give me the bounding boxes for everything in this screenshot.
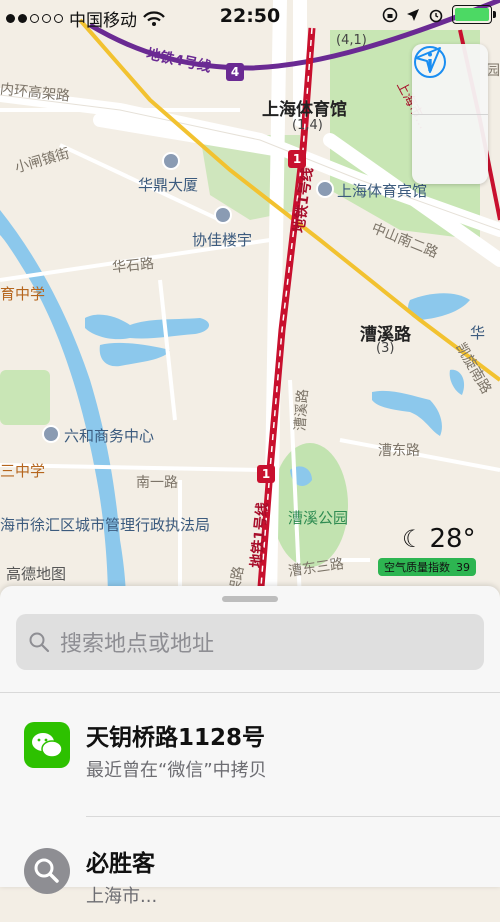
caodong-label: 漕东路 bbox=[378, 443, 420, 459]
sheet-grabber[interactable] bbox=[222, 596, 278, 602]
yuan-label: 园 bbox=[486, 63, 500, 79]
stadium-label: 上海体育馆 bbox=[262, 100, 347, 120]
hua-label: 华 bbox=[470, 324, 486, 342]
bottom-sheet[interactable]: 搜索地点或地址 天钥桥路1128号 最近曾在“微信”中拷贝 必胜客 上海市... bbox=[0, 586, 500, 907]
search-icon bbox=[29, 632, 50, 653]
stadium-sub-label: (1,4) bbox=[292, 118, 323, 133]
top-sub-label: (4,1) bbox=[336, 33, 367, 48]
map-view[interactable]: 地铁4号线 4 (4,1) 内环高架路 小闸镇街 上海体育馆 (1,4) 1 华… bbox=[0, 0, 500, 600]
caoxi-street-label: 漕溪路 bbox=[292, 388, 312, 432]
location-services-icon bbox=[407, 8, 419, 21]
building-icon bbox=[162, 152, 180, 170]
hotel-icon bbox=[316, 180, 334, 198]
locate-button[interactable] bbox=[412, 47, 488, 185]
battery-icon bbox=[452, 5, 496, 24]
suggestion-title: 必胜客 bbox=[86, 851, 155, 877]
weather-widget: ☾ 28° 空气质量指数 39 bbox=[378, 524, 490, 576]
liuhe-label: 六和商务中心 bbox=[64, 427, 155, 445]
suggestion-row[interactable]: 天钥桥路1128号 最近曾在“微信”中拷贝 bbox=[0, 696, 500, 796]
caoxi-park-label: 漕溪公园 bbox=[288, 509, 349, 527]
wechat-icon bbox=[24, 722, 70, 768]
aqi-value: 39 bbox=[456, 561, 470, 574]
rotation-lock-icon bbox=[382, 7, 398, 22]
search-icon bbox=[24, 848, 70, 894]
xiejia-label: 协佳楼宇 bbox=[192, 231, 253, 249]
suggestion-row[interactable]: 必胜客 上海市... bbox=[0, 822, 500, 922]
gaode-logo: 高德地图 bbox=[6, 565, 67, 583]
suggestion-subtitle: 最近曾在“微信”中拷贝 bbox=[86, 760, 267, 781]
aqi-label: 空气质量指数 bbox=[384, 561, 450, 574]
location-arrow-icon bbox=[415, 47, 441, 73]
suggestion-title: 天钥桥路1128号 bbox=[86, 725, 266, 751]
sanzhong-label: 三中学 bbox=[0, 462, 46, 480]
caoxi-sub-label: (3) bbox=[376, 341, 395, 356]
yu-middle-label: 育中学 bbox=[0, 285, 46, 303]
xuhui-gov-label: 海市徐汇区城市管理行政执法局 bbox=[0, 516, 211, 534]
moon-icon: ☾ bbox=[402, 525, 424, 553]
status-bar: 中国移动 22:50 bbox=[0, 0, 500, 32]
building-icon bbox=[214, 206, 232, 224]
building-icon bbox=[42, 425, 60, 443]
aqi-badge: 空气质量指数 39 bbox=[378, 558, 476, 576]
nanyi-label: 南一路 bbox=[136, 475, 178, 491]
huading-label: 华鼎大厦 bbox=[138, 176, 199, 194]
map-controls bbox=[412, 44, 488, 184]
temperature: 28° bbox=[429, 524, 476, 554]
search-placeholder[interactable]: 搜索地点或地址 bbox=[60, 626, 214, 658]
alarm-icon bbox=[429, 9, 443, 22]
search-bar[interactable]: 搜索地点或地址 bbox=[16, 614, 484, 670]
suggestion-subtitle: 上海市... bbox=[86, 886, 158, 907]
line1-badge-bottom: 1 bbox=[257, 465, 275, 483]
line4-badge: 4 bbox=[226, 63, 244, 81]
